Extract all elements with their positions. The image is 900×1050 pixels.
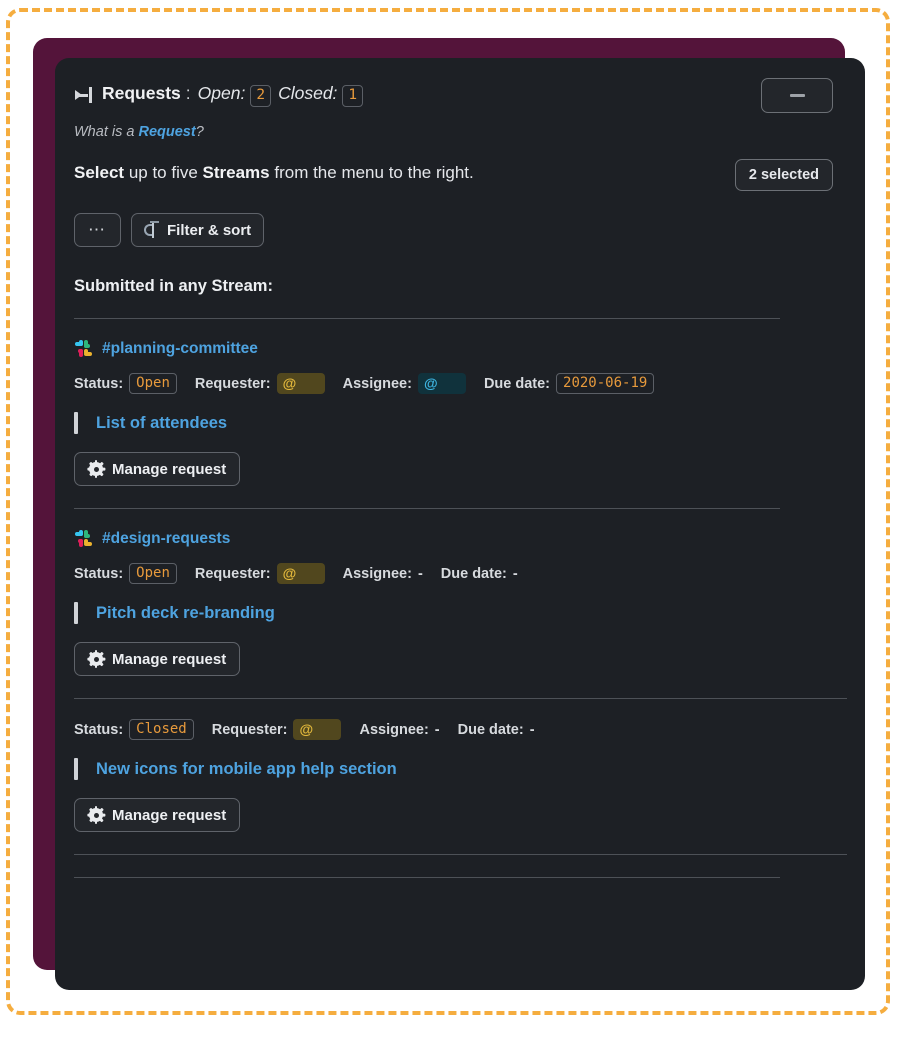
filter-sort-icon [144,221,160,239]
request-title-row[interactable]: New icons for mobile app help section [74,758,835,780]
select-streams-text: Select up to five Streams from the menu … [72,159,474,183]
what-is-request-line: What is a Request? [72,124,835,140]
request-help-link[interactable]: Request [138,124,195,140]
open-label: Open: [197,83,246,103]
status-label: Status: [74,721,124,738]
channel-name[interactable]: #planning-committee [102,340,258,358]
streams-selected-button[interactable]: 2 selected [734,159,833,191]
request-item: #planning-committee Status: Open Request… [72,339,835,486]
assignee-label: Assignee: [342,565,412,582]
collapse-panel-icon[interactable] [72,87,92,103]
request-item: Status: Closed Requester: @ Assignee: - … [72,719,835,832]
status-label: Status: [74,375,124,392]
closed-label: Closed: [278,83,338,103]
title-colon: : [185,83,191,103]
due-date-value: 2020-06-19 [556,373,655,394]
page-title: Requests [102,83,181,103]
assignee-label: Assignee: [359,721,429,738]
assignee-value: - [417,565,423,582]
status-label: Status: [74,565,124,582]
request-title[interactable]: Pitch deck re-branding [96,604,275,623]
manage-request-label: Manage request [112,806,227,824]
channel-row[interactable]: #design-requests [74,529,835,548]
slack-icon [74,529,93,548]
due-date-label: Due date: [440,565,507,582]
channel-name[interactable]: #design-requests [102,530,230,548]
divider [74,877,780,878]
assignee-mention: @ [417,373,466,394]
gear-icon [86,650,105,668]
requester-label: Requester: [211,721,288,738]
more-options-button[interactable]: ⋯ [74,213,121,247]
panel-header: Requests: Open: 2 Closed: 1 [72,74,835,113]
request-meta-row: Status: Open Requester: @ Assignee: @ Du… [74,373,835,394]
manage-request-label: Manage request [112,460,227,478]
status-badge: Open [129,373,177,394]
request-accent-bar [74,602,78,624]
minimize-icon [789,94,805,97]
request-meta-row: Status: Open Requester: @ Assignee: - Du… [74,563,835,584]
gear-icon [86,460,105,478]
divider [74,318,780,319]
request-title[interactable]: List of attendees [96,414,227,433]
divider [74,854,847,855]
closed-count-badge: 1 [342,85,364,107]
assignee-label: Assignee: [342,375,412,392]
filter-sort-button[interactable]: Filter & sort [131,213,265,247]
due-date-label: Due date: [483,375,551,392]
manage-request-button[interactable]: Manage request [74,452,241,486]
requester-mention: @ [276,563,325,584]
toolbar: ⋯ Filter & sort [72,213,835,247]
whatis-suffix: ? [195,124,204,140]
status-badge: Open [129,563,177,584]
requester-mention: @ [293,719,342,740]
requester-mention: @ [276,373,325,394]
request-accent-bar [74,758,78,780]
divider [74,508,780,509]
manage-request-button[interactable]: Manage request [74,642,241,676]
due-date-label: Due date: [457,721,524,738]
select-text-1: up to five [124,163,203,182]
gear-icon [86,806,105,824]
request-title-row[interactable]: Pitch deck re-branding [74,602,835,624]
request-accent-bar [74,412,78,434]
select-bold-1: Select [74,163,125,182]
channel-row[interactable]: #planning-committee [74,339,835,358]
slack-icon [74,339,93,358]
request-title[interactable]: New icons for mobile app help section [96,760,397,779]
requests-panel: Requests: Open: 2 Closed: 1 What is a Re… [55,58,865,990]
request-item: #design-requests Status: Open Requester:… [72,529,835,676]
request-meta-row: Status: Closed Requester: @ Assignee: - … [74,719,835,740]
open-count-badge: 2 [250,85,272,107]
filter-sort-label: Filter & sort [167,221,252,239]
divider [74,698,847,699]
manage-request-button[interactable]: Manage request [74,798,241,832]
panel-title-line: Requests: Open: 2 Closed: 1 [72,74,364,107]
select-text-2: from the menu to the right. [269,163,474,182]
status-badge: Closed [129,719,194,740]
request-title-row[interactable]: List of attendees [74,412,835,434]
select-bold-2: Streams [202,163,270,182]
due-date-value: - [529,721,535,738]
manage-request-label: Manage request [112,650,227,668]
select-streams-row: Select up to five Streams from the menu … [72,159,835,191]
requester-label: Requester: [194,375,271,392]
assignee-value: - [434,721,440,738]
section-heading: Submitted in any Stream: [74,277,273,295]
requester-label: Requester: [194,565,271,582]
whatis-prefix: What is a [74,124,139,140]
due-date-value: - [512,565,518,582]
minimize-button[interactable] [761,78,833,113]
